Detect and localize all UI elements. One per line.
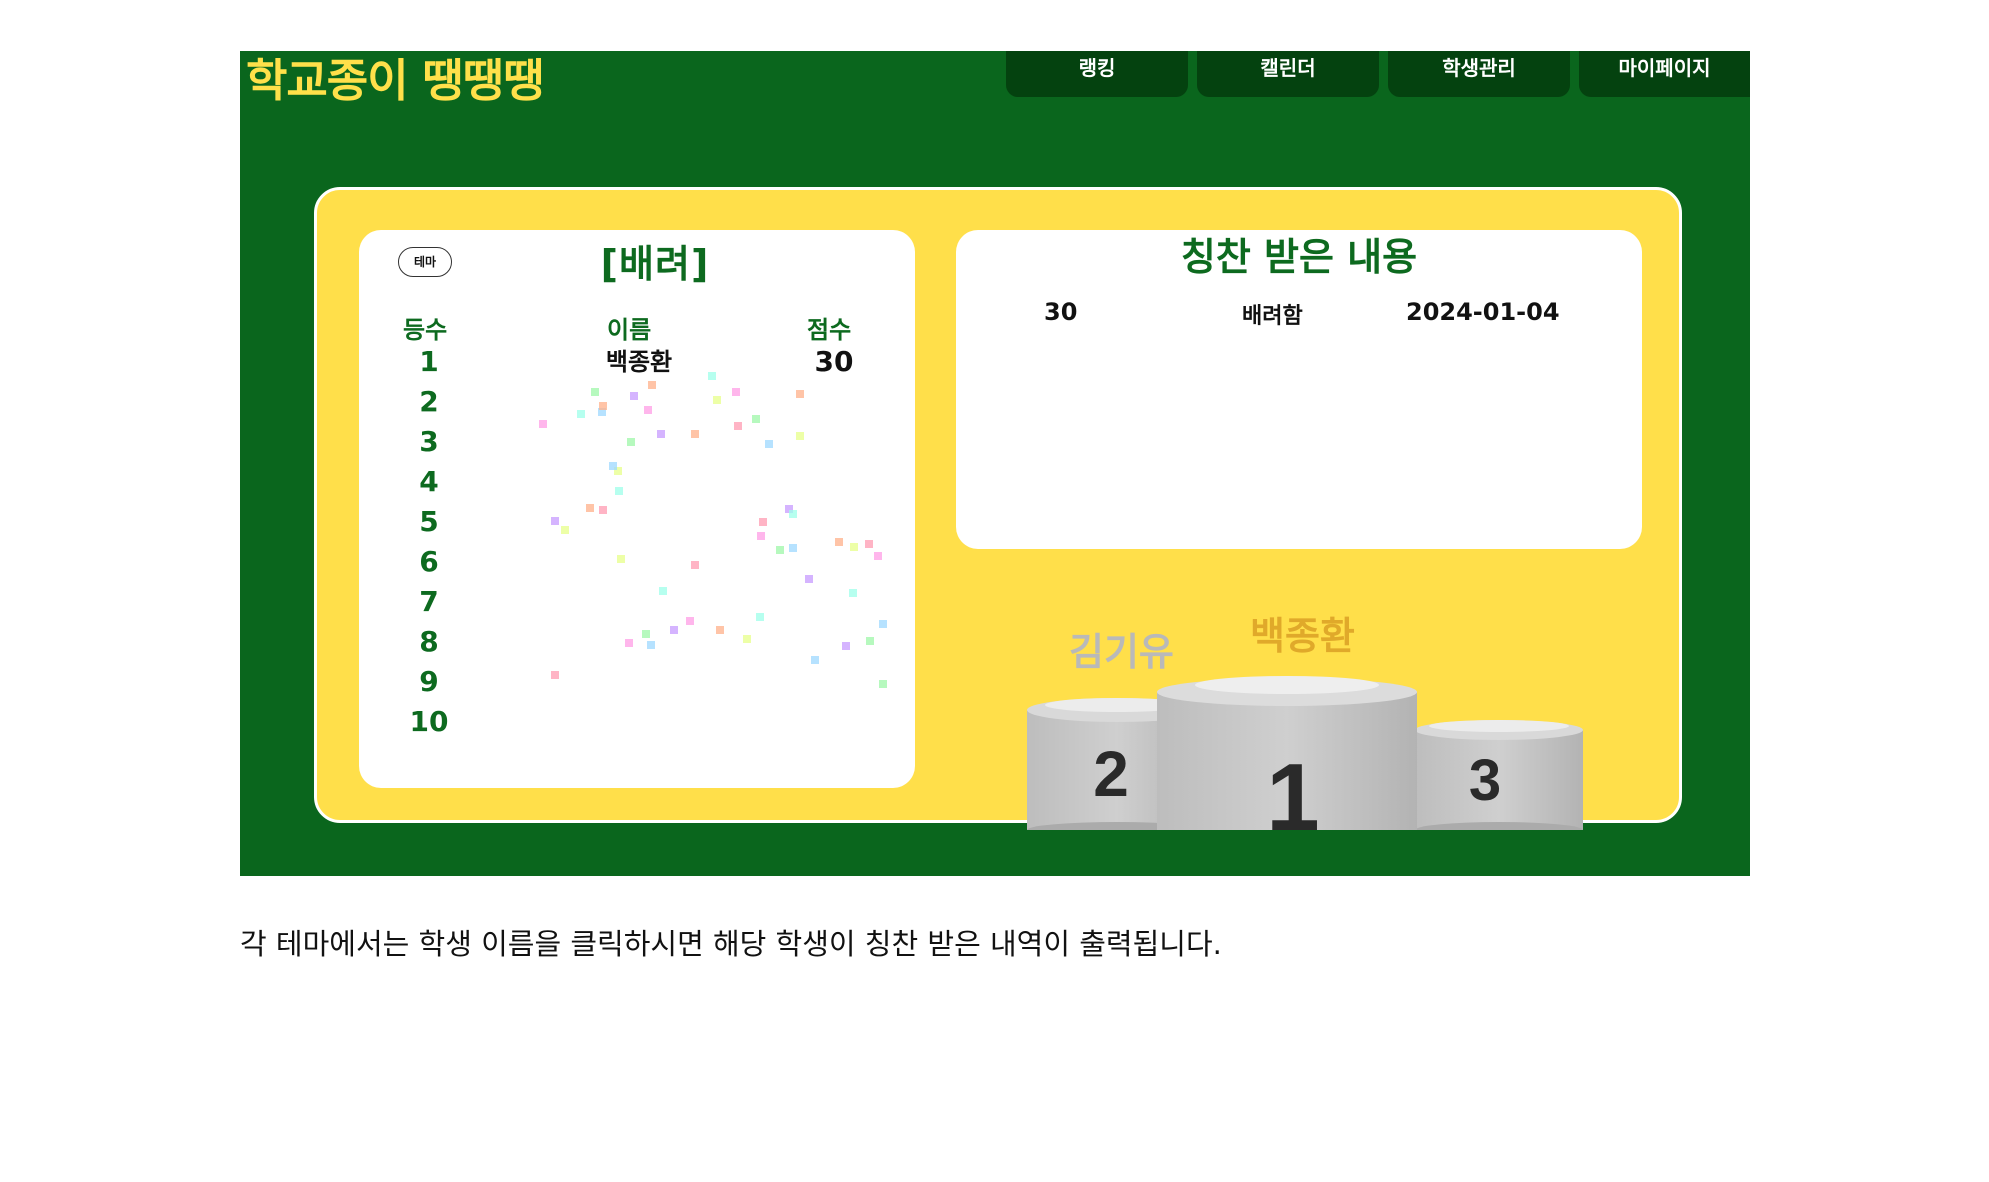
rank-number: 7 (419, 585, 439, 618)
confetti-piece (691, 561, 699, 569)
confetti-piece (670, 626, 678, 634)
name-column-header: 이름 (607, 316, 652, 344)
confetti-piece (642, 630, 650, 638)
rank-number: 6 (419, 545, 439, 578)
confetti-piece (879, 680, 887, 688)
nav-student-management[interactable]: 학생관리 (1388, 51, 1570, 97)
theme-button[interactable]: 테마 (398, 247, 452, 277)
confetti-piece (732, 388, 740, 396)
rank-number: 2 (419, 385, 439, 418)
confetti-piece (811, 656, 819, 664)
confetti-piece (776, 546, 784, 554)
confetti-piece (691, 430, 699, 438)
description-caption: 각 테마에서는 학생 이름을 클릭하시면 해당 학생이 칭찬 받은 내역이 출력… (240, 927, 1222, 961)
confetti-piece (789, 510, 797, 518)
confetti-piece (644, 406, 652, 414)
confetti-piece (625, 639, 633, 647)
praise-score: 30 (1044, 298, 1078, 326)
confetti-piece (716, 626, 724, 634)
confetti-piece (599, 402, 607, 410)
confetti-piece (756, 613, 764, 621)
podium-label-1: 1 (1266, 744, 1319, 830)
confetti-piece (599, 506, 607, 514)
confetti-piece (614, 467, 622, 475)
praise-history-title: 칭찬 받은 내용 (1180, 235, 1418, 279)
confetti-piece (630, 392, 638, 400)
confetti-piece (713, 396, 721, 404)
praise-content: 배려함 (1242, 304, 1303, 329)
app-screenshot-frame: 학교종이 땡땡땡 랭킹 캘린더 학생관리 마이페이지 테마 [배려] 등수 이름… (240, 51, 1750, 876)
confetti-piece (615, 487, 623, 495)
ranking-card: 테마 [배려] 등수 이름 점수 1 2 3 4 5 6 7 8 9 10 백종… (359, 230, 915, 788)
rank-number: 8 (419, 625, 439, 658)
confetti-piece (561, 526, 569, 534)
confetti-piece (734, 422, 742, 430)
confetti-piece (609, 462, 617, 470)
podium-label-3: 3 (1469, 748, 1501, 813)
confetti-piece (796, 390, 804, 398)
confetti-piece (785, 505, 793, 513)
podium-graphic: 2 1 3 (1027, 676, 1583, 830)
theme-title: [배려] (600, 242, 710, 286)
confetti-piece (796, 432, 804, 440)
student-name-link[interactable]: 백종환 (559, 342, 719, 382)
confetti-piece (842, 642, 850, 650)
rank-number: 1 (419, 345, 439, 378)
confetti-piece (759, 518, 767, 526)
confetti-piece (657, 430, 665, 438)
top-nav: 랭킹 캘린더 학생관리 마이페이지 (1006, 51, 1750, 97)
confetti-piece (765, 440, 773, 448)
confetti-piece (577, 410, 585, 418)
confetti-piece (627, 438, 635, 446)
nav-calendar[interactable]: 캘린더 (1197, 51, 1379, 97)
podium-second-name[interactable]: 김기유 (1069, 621, 1174, 676)
confetti-piece (598, 408, 606, 416)
app-logo[interactable]: 학교종이 땡땡땡 (246, 51, 544, 111)
nav-my-page[interactable]: 마이페이지 (1579, 51, 1750, 97)
confetti-piece (789, 544, 797, 552)
praise-history-card: 칭찬 받은 내용 30 배려함 2024-01-04 (956, 230, 1642, 549)
praise-row: 30 배려함 2024-01-04 (956, 298, 1642, 334)
confetti-piece (617, 555, 625, 563)
praise-date: 2024-01-04 (1406, 298, 1560, 326)
confetti-piece (591, 388, 599, 396)
student-score: 30 (814, 345, 854, 378)
rank-number: 3 (419, 425, 439, 458)
confetti-piece (865, 540, 873, 548)
confetti-piece (551, 671, 559, 679)
score-column-header: 점수 (807, 316, 852, 344)
confetti-piece (866, 637, 874, 645)
confetti-piece (879, 620, 887, 628)
confetti-piece (586, 504, 594, 512)
confetti-piece (850, 543, 858, 551)
confetti-piece (551, 517, 559, 525)
rank-number: 4 (419, 465, 439, 498)
ranking-panel: 테마 [배려] 등수 이름 점수 1 2 3 4 5 6 7 8 9 10 백종… (314, 187, 1682, 830)
confetti-piece (539, 420, 547, 428)
rank-number: 9 (419, 665, 439, 698)
confetti-piece (874, 552, 882, 560)
confetti-piece (686, 617, 694, 625)
confetti-piece (743, 635, 751, 643)
confetti-piece (849, 589, 857, 597)
podium-first-name[interactable]: 백종환 (1250, 605, 1355, 660)
confetti-piece (647, 641, 655, 649)
rank-list: 1 2 3 4 5 6 7 8 9 10 (399, 342, 459, 742)
podium-label-2: 2 (1093, 738, 1129, 810)
confetti-piece (805, 575, 813, 583)
rank-column-header: 등수 (403, 316, 448, 344)
confetti-piece (648, 381, 656, 389)
confetti-piece (752, 415, 760, 423)
nav-ranking[interactable]: 랭킹 (1006, 51, 1188, 97)
rank-number: 10 (409, 705, 449, 738)
confetti-piece (757, 532, 765, 540)
confetti-piece (659, 587, 667, 595)
rank-number: 5 (419, 505, 439, 538)
confetti-piece (835, 538, 843, 546)
